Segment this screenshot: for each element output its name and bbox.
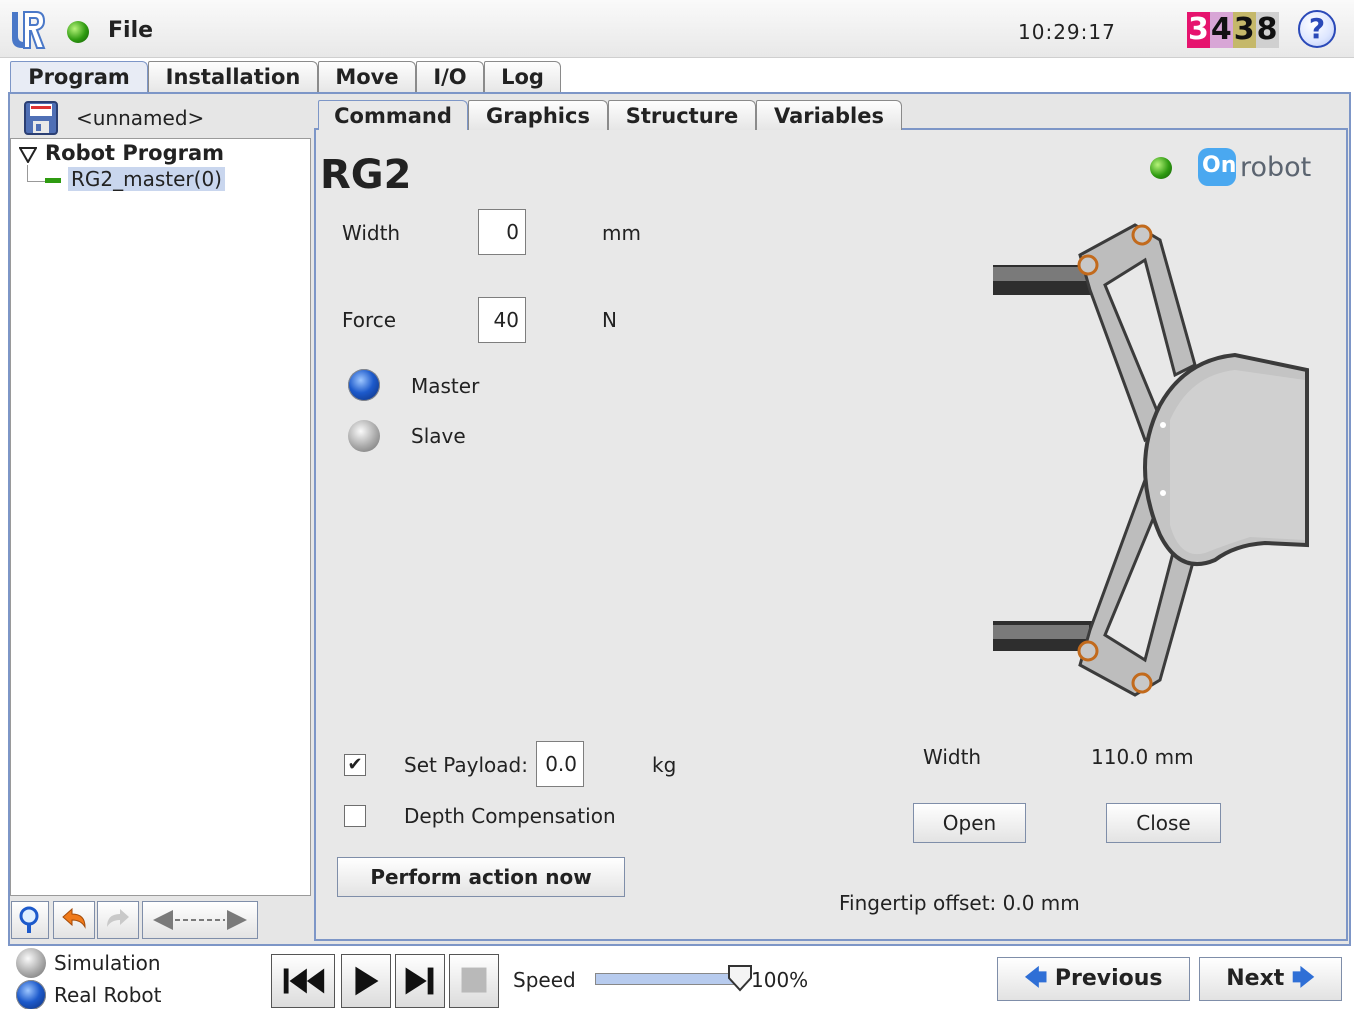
gripper-width-value: 110.0 mm — [1091, 745, 1194, 769]
onrobot-logo-text: robot — [1240, 152, 1312, 183]
arrow-left-icon: 🡄 — [1024, 966, 1048, 991]
node-status-icon — [45, 178, 61, 183]
force-input[interactable]: 40 — [478, 297, 526, 343]
tree-connector — [27, 165, 28, 181]
arrow-right-icon: 🡆 — [1291, 966, 1315, 991]
counter-digit: 8 — [1255, 12, 1279, 48]
speed-label: Speed — [513, 968, 576, 992]
help-icon[interactable]: ? — [1298, 10, 1336, 48]
next-button[interactable]: Next 🡆 — [1199, 957, 1342, 1001]
tab-installation[interactable]: Installation — [148, 61, 318, 93]
status-led-icon — [67, 21, 89, 43]
next-label: Next — [1226, 966, 1285, 991]
page-title: RG2 — [320, 152, 412, 198]
tab-move[interactable]: Move — [318, 61, 416, 93]
undo-button[interactable] — [53, 901, 95, 939]
expand-triangle-icon[interactable] — [19, 147, 37, 163]
simulation-radio[interactable] — [16, 948, 46, 978]
save-icon[interactable] — [24, 101, 58, 135]
gripper-status-led-icon — [1150, 157, 1172, 179]
tree-connector — [27, 181, 45, 182]
gripper-width-label: Width — [923, 745, 982, 769]
program-filename: <unnamed> — [76, 106, 205, 130]
step-button[interactable] — [395, 954, 445, 1008]
slave-label: Slave — [411, 424, 466, 448]
slave-radio[interactable] — [348, 420, 380, 452]
robot-counter: 3 4 3 8 — [1187, 12, 1279, 48]
payload-input[interactable]: 0.0 — [536, 741, 584, 787]
payload-unit: kg — [652, 753, 677, 777]
close-button[interactable]: Close — [1106, 803, 1221, 843]
search-button[interactable] — [11, 901, 49, 939]
rg2-gripper-image — [993, 223, 1309, 697]
payload-label: Set Payload: — [404, 753, 528, 777]
tab-log[interactable]: Log — [484, 61, 561, 93]
onrobot-logo-badge: On — [1198, 148, 1236, 186]
simulation-label: Simulation — [54, 951, 161, 975]
search-icon — [19, 906, 39, 933]
speed-slider-track[interactable] — [595, 973, 740, 985]
stop-icon — [461, 967, 487, 993]
depth-compensation-label: Depth Compensation — [404, 804, 616, 828]
skip-back-icon — [283, 968, 325, 994]
speed-slider-thumb[interactable] — [727, 964, 753, 992]
tab-graphics[interactable]: Graphics — [468, 100, 608, 130]
stop-button[interactable] — [449, 954, 499, 1008]
width-label: Width — [342, 221, 401, 245]
program-tree[interactable]: Robot Program RG2_master(0) — [10, 138, 311, 896]
tree-node-rg2-master[interactable]: RG2_master(0) — [68, 167, 225, 191]
collapse-expand-button[interactable] — [142, 901, 258, 939]
perform-action-button[interactable]: Perform action now — [337, 857, 625, 897]
real-robot-label: Real Robot — [54, 983, 162, 1007]
ur-logo-icon — [12, 11, 46, 49]
counter-digit: 4 — [1209, 12, 1233, 48]
force-label: Force — [342, 308, 397, 332]
top-bar: File 10:29:17 3 4 3 8 ? — [0, 0, 1354, 58]
clock: 10:29:17 — [1018, 20, 1116, 44]
payload-checkbox[interactable]: ✔ — [344, 754, 366, 776]
depth-compensation-checkbox[interactable] — [344, 805, 366, 827]
tree-root[interactable]: Robot Program — [45, 141, 224, 165]
counter-digit: 3 — [1232, 12, 1256, 48]
previous-label: Previous — [1054, 966, 1163, 991]
speed-slider-fill — [596, 974, 739, 984]
tab-io[interactable]: I/O — [416, 61, 484, 93]
step-forward-icon — [405, 967, 434, 995]
rewind-button[interactable] — [271, 954, 335, 1008]
fingertip-offset: Fingertip offset: 0.0 mm — [839, 891, 1080, 915]
file-menu[interactable]: File — [108, 18, 153, 43]
redo-icon — [107, 909, 129, 927]
master-radio[interactable] — [348, 369, 380, 401]
tab-structure[interactable]: Structure — [608, 100, 756, 130]
counter-digit: 3 — [1187, 12, 1210, 48]
arrows-left-right-icon — [153, 910, 247, 930]
onrobot-logo-badge-text: On — [1202, 153, 1237, 178]
redo-button[interactable] — [97, 901, 139, 939]
open-button[interactable]: Open — [913, 803, 1026, 843]
master-label: Master — [411, 374, 480, 398]
force-unit: N — [602, 308, 617, 332]
tab-command[interactable]: Command — [318, 100, 468, 130]
speed-value: 100% — [751, 968, 809, 992]
tab-variables[interactable]: Variables — [756, 100, 902, 130]
width-unit: mm — [602, 221, 641, 245]
real-robot-radio[interactable] — [16, 980, 46, 1009]
play-button[interactable] — [341, 954, 391, 1008]
tab-program[interactable]: Program — [10, 61, 148, 94]
previous-button[interactable]: 🡄 Previous — [997, 957, 1190, 1001]
undo-icon — [62, 907, 86, 929]
play-icon — [355, 966, 379, 996]
width-input[interactable]: 0 — [478, 209, 526, 255]
